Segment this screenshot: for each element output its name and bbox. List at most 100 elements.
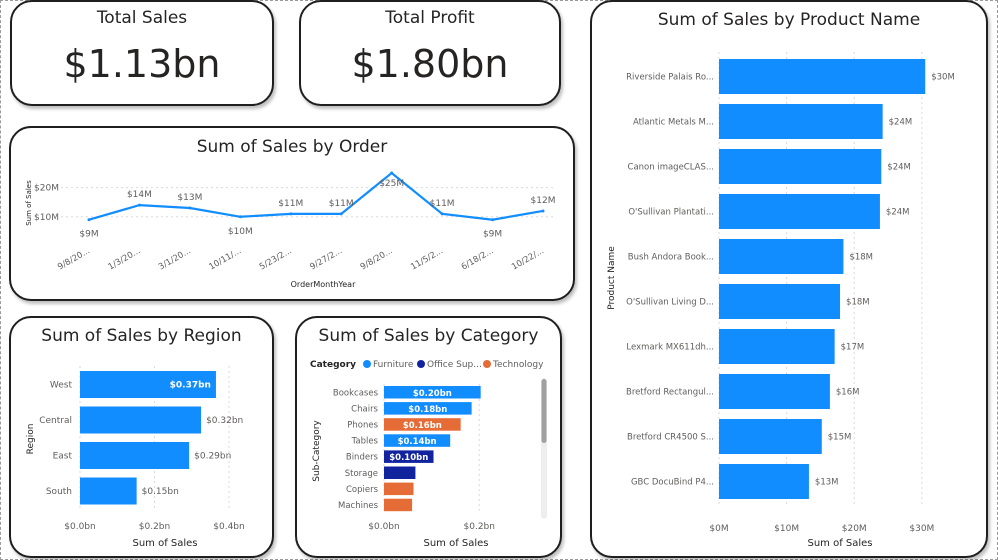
product-label: O'Sullivan Living D... bbox=[626, 298, 714, 308]
legend-title: Category bbox=[310, 360, 356, 370]
region-data-label: $0.15bn bbox=[142, 487, 179, 497]
x-tick-label: 9/8/20... bbox=[56, 246, 92, 272]
line-point bbox=[87, 218, 91, 222]
x-tick-label: 10/11/... bbox=[207, 246, 243, 272]
x-axis-title: Sum of Sales bbox=[132, 538, 197, 549]
region-data-label: $0.37bn bbox=[170, 381, 211, 391]
product-bar bbox=[719, 329, 835, 364]
sales-line bbox=[88, 171, 544, 221]
line-data-label: $11M bbox=[430, 199, 455, 209]
line-data-label: $12M bbox=[531, 196, 556, 206]
x-tick-label: $0.0bn bbox=[64, 522, 95, 532]
y-tick-label: $10M bbox=[34, 213, 59, 223]
product-data-label: $15M bbox=[828, 433, 852, 443]
category-data-label: $0.16bn bbox=[403, 421, 442, 431]
product-data-label: $16M bbox=[836, 388, 860, 398]
product-label: Bretford CR4500 S... bbox=[627, 433, 714, 443]
x-tick-label: 11/5/2... bbox=[409, 246, 445, 272]
sales-by-order-card[interactable]: Sum of Sales by Order $10M $20M $9M $14M $13… bbox=[9, 126, 575, 301]
category-bar bbox=[384, 482, 414, 496]
x-axis-title: Sum of Sales bbox=[423, 538, 488, 549]
sales-by-region-chart: $0.0bn $0.2bn $0.4bn West $0.37bn Central $0.3… bbox=[26, 366, 245, 549]
sales-by-category-chart: Category Furniture Office Sup... Technology… bbox=[310, 360, 547, 549]
line-data-label: $9M bbox=[483, 230, 502, 240]
subcategory-label: Machines bbox=[338, 501, 379, 511]
region-label: East bbox=[53, 452, 73, 462]
x-tick-label: $0.2bn bbox=[464, 522, 495, 532]
scrollbar-thumb[interactable] bbox=[541, 379, 547, 443]
region-label: Central bbox=[39, 416, 72, 426]
product-bar bbox=[719, 194, 880, 229]
product-data-label: $30M bbox=[931, 73, 955, 83]
line-point bbox=[238, 215, 242, 219]
subcategory-label: Phones bbox=[347, 420, 378, 430]
x-tick-label: $0M bbox=[709, 524, 728, 534]
legend-label: Furniture bbox=[373, 360, 414, 370]
product-data-label: $17M bbox=[841, 343, 865, 353]
category-data-label: $0.20bn bbox=[413, 389, 452, 399]
x-tick-label: $20M bbox=[842, 524, 867, 534]
product-label: O'Sullivan Plantati... bbox=[628, 208, 714, 218]
region-bar bbox=[80, 442, 190, 469]
line-point bbox=[339, 212, 343, 216]
subcategory-label: Tables bbox=[351, 437, 379, 447]
x-tick-label: 9/27/2... bbox=[308, 246, 344, 272]
line-point bbox=[289, 212, 293, 216]
sales-by-order-chart: $10M $20M $9M $14M $13M $10M $11M $11M $25M $11M $… bbox=[25, 171, 556, 289]
region-bar bbox=[80, 406, 202, 434]
product-label: Canon imageCLAS... bbox=[628, 163, 714, 173]
total-sales-card[interactable]: Total Sales $1.13bn bbox=[10, 0, 274, 106]
line-data-label: $14M bbox=[127, 190, 152, 200]
legend-marker bbox=[363, 360, 371, 368]
product-bar bbox=[719, 239, 844, 274]
x-tick-label: 3/1/20... bbox=[157, 246, 193, 272]
product-bar bbox=[719, 149, 882, 184]
y-tick-label: $20M bbox=[34, 184, 59, 194]
product-bar bbox=[719, 59, 926, 94]
x-tick-label: 10/22/... bbox=[510, 246, 546, 272]
line-data-label: $10M bbox=[228, 227, 253, 237]
category-bar bbox=[384, 466, 416, 479]
product-label: Bush Andora Book... bbox=[628, 253, 714, 263]
product-label: GBC DocuBind P4... bbox=[631, 478, 714, 488]
x-tick-label: $10M bbox=[774, 524, 799, 534]
category-data-label: $0.18bn bbox=[408, 405, 447, 415]
line-point bbox=[440, 212, 444, 216]
sales-by-region-card[interactable]: Sum of Sales by Region $0.0bn $0.2bn $0.4b… bbox=[9, 316, 274, 558]
y-axis-title: Sub-Category bbox=[312, 420, 322, 482]
total-profit-card[interactable]: Total Profit $1.80bn bbox=[299, 0, 561, 106]
y-axis-title: Region bbox=[26, 424, 36, 455]
product-data-label: $13M bbox=[815, 478, 839, 488]
x-axis-title: OrderMonthYear bbox=[291, 280, 356, 289]
line-point bbox=[188, 206, 192, 210]
sales-by-category-card[interactable]: Sum of Sales by Category Category Furnitu… bbox=[295, 316, 562, 558]
y-axis-title: Product Name bbox=[607, 246, 617, 310]
total-profit-value: $1.80bn bbox=[351, 42, 509, 86]
category-data-label: $0.14bn bbox=[398, 437, 437, 447]
product-data-label: $24M bbox=[889, 118, 913, 128]
product-bar bbox=[719, 464, 809, 499]
total-sales-title: Total Sales bbox=[96, 8, 188, 28]
product-bar bbox=[719, 419, 822, 454]
total-sales-value: $1.13bn bbox=[63, 42, 221, 86]
sales-by-product-card[interactable]: Sum of Sales by Product Name $0M $10M $20M… bbox=[590, 0, 988, 558]
product-bar bbox=[719, 374, 830, 409]
region-label: South bbox=[46, 487, 72, 497]
x-tick-label: 5/23/2... bbox=[258, 246, 294, 272]
x-tick-label: $0.4bn bbox=[213, 522, 244, 532]
line-point bbox=[137, 203, 141, 207]
product-data-label: $18M bbox=[846, 298, 870, 308]
legend-marker bbox=[417, 360, 425, 368]
region-label: West bbox=[50, 381, 73, 391]
legend-label: Office Sup... bbox=[427, 360, 482, 370]
category-bar bbox=[384, 498, 413, 512]
category-data-label: $0.10bn bbox=[389, 453, 428, 463]
x-tick-label: $0.0bn bbox=[368, 522, 399, 532]
product-label: Atlantic Metals M... bbox=[633, 118, 714, 128]
product-bar bbox=[719, 104, 883, 139]
line-data-label: $11M bbox=[329, 199, 354, 209]
line-data-label: $13M bbox=[177, 193, 202, 203]
product-data-label: $18M bbox=[849, 253, 873, 263]
line-point bbox=[491, 218, 495, 222]
product-label: Lexmark MX611dh... bbox=[626, 343, 714, 353]
